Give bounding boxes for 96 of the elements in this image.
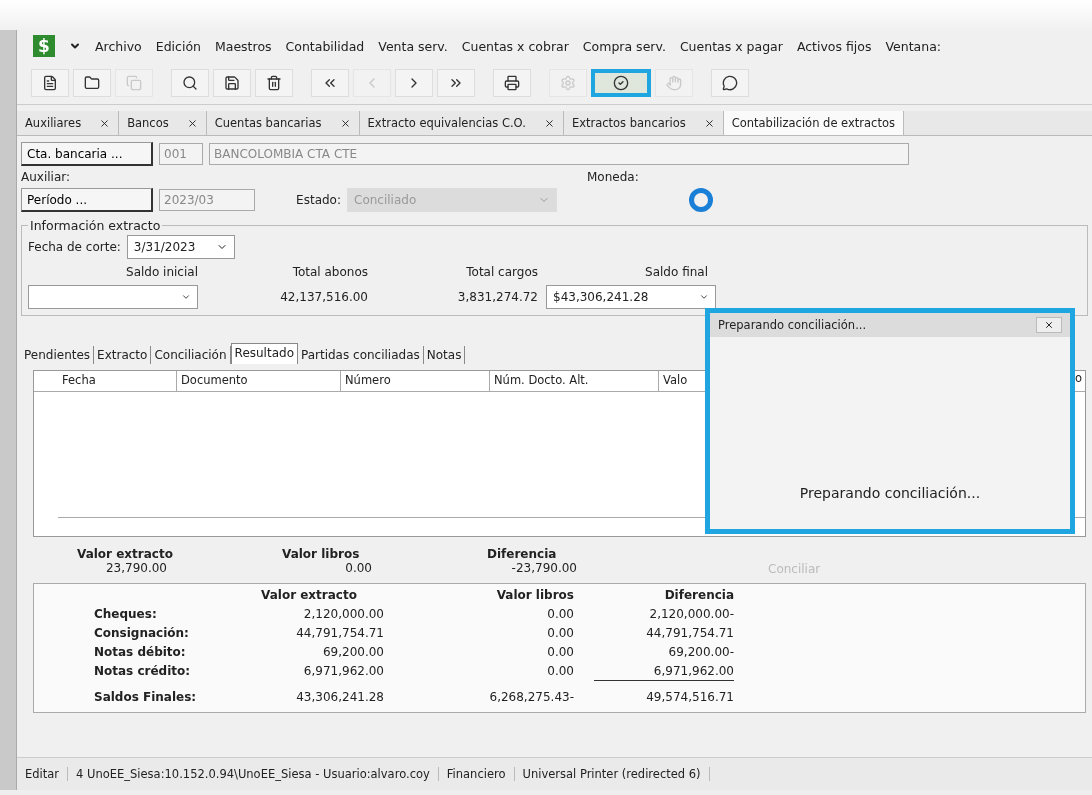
document-tab[interactable]: Contabilización de extractos: [723, 111, 904, 135]
summary-value: 2,120,000.00-: [648, 607, 734, 621]
total-label: Diferencia: [487, 547, 557, 561]
menu-item[interactable]: Archivo: [95, 38, 142, 54]
dialog-message: Preparando conciliación...: [798, 485, 982, 501]
close-icon[interactable]: [543, 117, 555, 129]
menu-item[interactable]: Compra serv.: [582, 38, 666, 54]
summary-column-header: Valor libros: [496, 588, 574, 602]
period-button[interactable]: Período ...: [21, 188, 153, 212]
summary-row-label: Notas débito:: [94, 645, 187, 659]
saldo-final-label: Saldo final: [644, 265, 708, 279]
summary-value: 6,268,275.43-: [488, 690, 574, 704]
summary-value: 6,971,962.00: [594, 664, 734, 681]
menu-item[interactable]: Ventana:: [885, 38, 942, 54]
status-item: 4 UnoEE_Siesa:10.152.0.94\UnoEE_Siesa - Usuario:alvaro.coy: [68, 767, 439, 781]
status-item: Financiero: [438, 767, 515, 781]
summary-value: 0.00: [546, 607, 574, 621]
column-header[interactable]: Número: [341, 371, 490, 391]
menu-item[interactable]: Venta serv.: [378, 38, 448, 54]
trash-icon: [266, 75, 282, 91]
tab[interactable]: Pendientes: [21, 346, 95, 364]
close-icon[interactable]: [339, 117, 351, 129]
app-logo[interactable]: $: [33, 35, 55, 57]
saldo-inicial-label: Saldo inicial: [125, 265, 198, 279]
summary-value: 6,971,962.00: [302, 664, 384, 680]
menu-item[interactable]: Activos fijos: [796, 38, 872, 54]
folder-icon: [84, 75, 100, 91]
menu-item[interactable]: Edición: [155, 38, 201, 54]
tab[interactable]: Conciliación: [151, 346, 231, 364]
saldo-inicial-field[interactable]: [28, 285, 198, 309]
status-item: Editar: [17, 767, 69, 781]
summary-value: 0.00: [546, 645, 574, 659]
close-icon[interactable]: [99, 117, 111, 129]
summary-value: 69,200.00: [321, 645, 384, 659]
total-label: Valor extracto: [77, 547, 173, 561]
save-icon: [224, 75, 240, 91]
total-cargos-value: 3,831,274.72: [456, 290, 538, 304]
estado-label: Estado:: [295, 193, 341, 207]
toolbar-button[interactable]: [591, 69, 651, 97]
dialog-title: Preparando conciliación...: [718, 318, 867, 332]
close-icon[interactable]: [703, 117, 715, 129]
summary-value: 2,120,000.00: [302, 607, 384, 621]
chevron-down-icon: [699, 292, 709, 302]
speech-bubble-icon: [722, 75, 738, 91]
printer-icon: [504, 75, 520, 91]
menu-item[interactable]: Cuentas x pagar: [679, 38, 783, 54]
tab[interactable]: Notas: [423, 346, 466, 364]
column-header[interactable]: Núm. Docto. Alt.: [490, 371, 659, 391]
total-value: 23,790.00: [104, 561, 167, 575]
summary-row-label: Notas crédito:: [94, 664, 192, 680]
summary-value: 0.00: [546, 626, 574, 640]
status-item: Universal Printer (redirected 6): [514, 767, 710, 781]
column-header[interactable]: o: [1075, 371, 1085, 391]
check-icon: [613, 75, 629, 91]
moneda-label: Moneda:: [587, 170, 639, 184]
summary-value: 44,791,754.71: [645, 626, 734, 640]
tab[interactable]: Resultado: [230, 343, 298, 364]
group-title: Información extracto: [29, 218, 162, 233]
date-picker[interactable]: 3/31/2023: [126, 235, 235, 259]
saldo-final-field[interactable]: $43,306,241.28: [546, 285, 716, 309]
tab[interactable]: Partidas conciliadas: [297, 346, 424, 364]
summary-value: 49,574,516.71: [645, 690, 734, 704]
column-header[interactable]: Fecha: [58, 371, 177, 391]
loading-spinner-icon: [689, 188, 713, 212]
account-button[interactable]: Cta. bancaria ...: [21, 142, 153, 166]
chevron-down-icon: [181, 292, 191, 302]
summary-row-label: Consignación:: [94, 626, 190, 640]
close-icon: [1044, 320, 1054, 330]
total-abonos-label: Total abonos: [291, 265, 368, 279]
total-value: -23,790.00: [510, 561, 577, 575]
menu-item[interactable]: Contabilidad: [285, 38, 365, 54]
total-cargos-label: Total cargos: [465, 265, 538, 279]
copy-icon: [126, 75, 142, 91]
close-button[interactable]: [1036, 317, 1062, 333]
summary-row-label: Cheques:: [94, 607, 158, 621]
auxiliar-label: Auxiliar:: [21, 170, 72, 184]
summary-value: 43,306,241.28: [295, 690, 384, 704]
summary-value: 0.00: [546, 664, 574, 680]
search-icon: [182, 75, 198, 91]
summary-row-label: Saldos Finales:: [94, 690, 198, 704]
tab[interactable]: Extracto: [94, 346, 152, 364]
menu-item[interactable]: Maestros: [214, 38, 272, 54]
total-abonos-value: 42,137,516.00: [279, 290, 368, 304]
document-icon: [42, 75, 58, 91]
column-header[interactable]: Documento: [177, 371, 341, 391]
cutoff-label: Fecha de corte:: [28, 240, 121, 254]
settings-icon: [560, 75, 576, 91]
total-value: 0.00: [344, 561, 372, 575]
hand-icon: [666, 75, 682, 91]
close-icon[interactable]: [186, 117, 198, 129]
menu-item[interactable]: Cuentas x cobrar: [461, 38, 569, 54]
summary-column-header: Valor extracto: [261, 588, 357, 602]
summary-column-header: Diferencia: [664, 588, 734, 602]
total-label: Valor libros: [282, 547, 360, 561]
summary-value: 44,791,754.71: [295, 626, 384, 640]
summary-value: 69,200.00-: [667, 645, 734, 659]
